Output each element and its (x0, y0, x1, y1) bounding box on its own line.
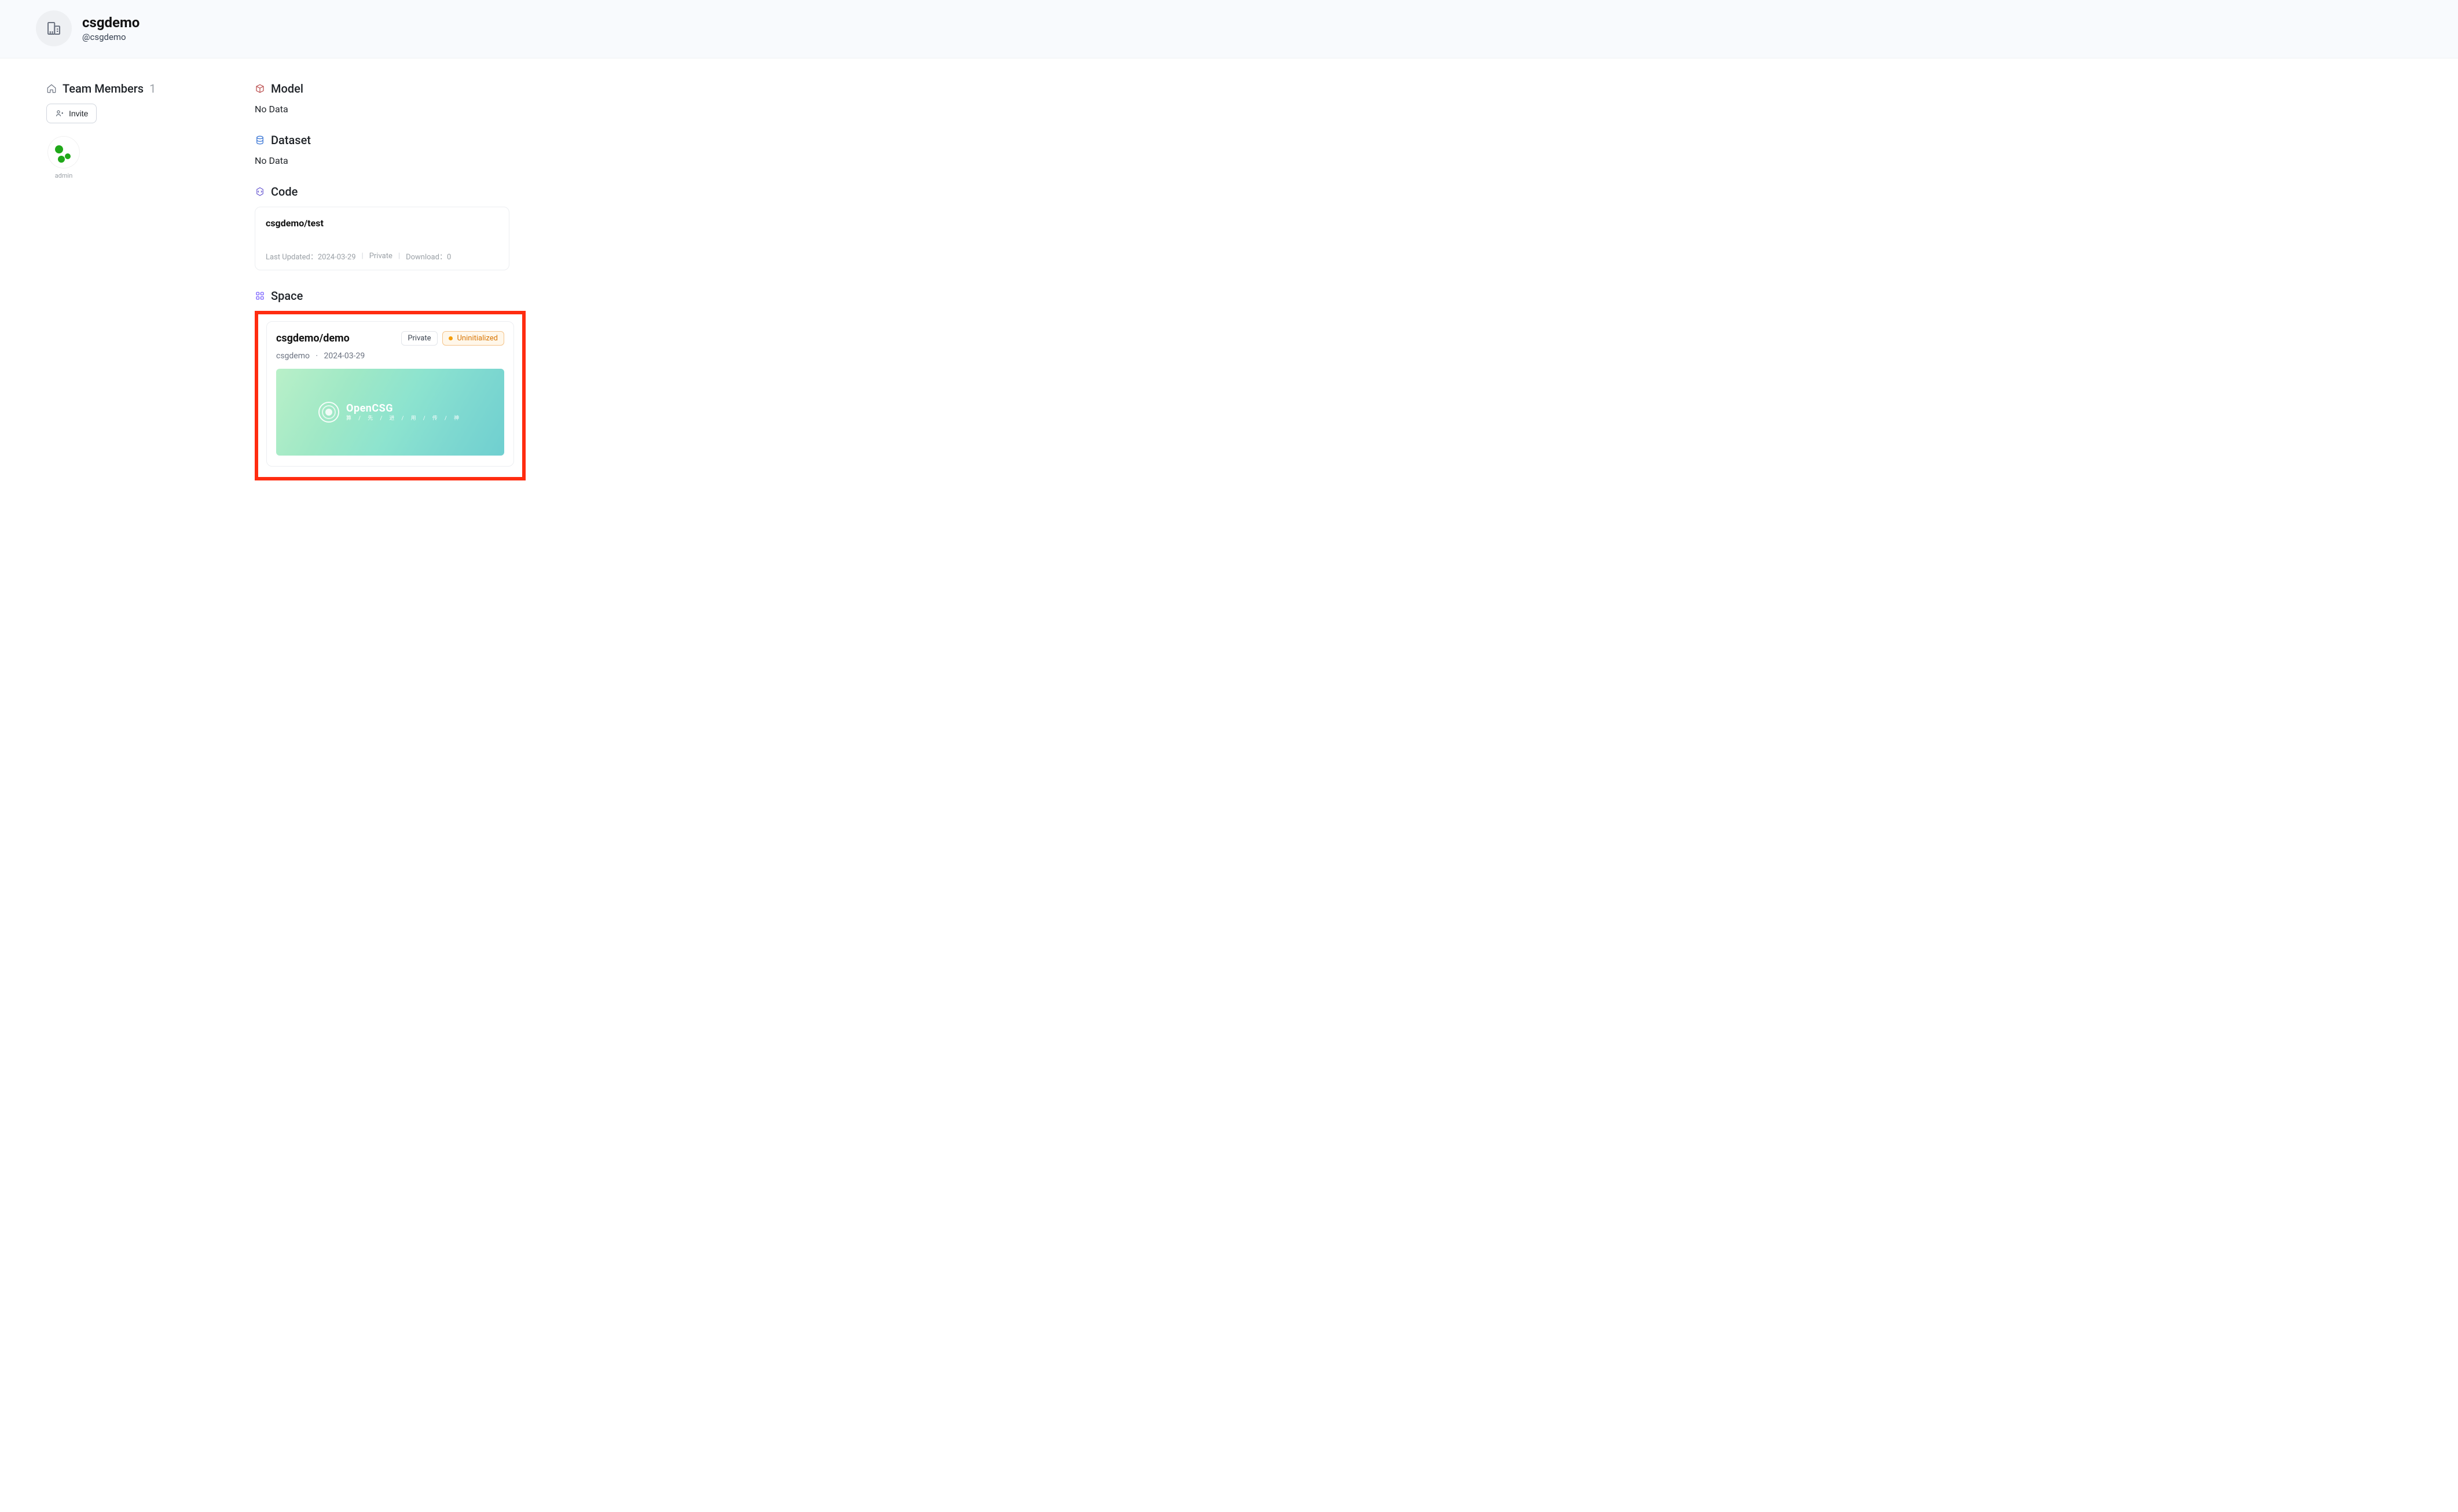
space-card-subtitle: csgdemo · 2024-03-29 (276, 351, 504, 361)
code-updated-date: 2024-03-29 (318, 253, 356, 262)
status-dot-icon (449, 336, 453, 340)
space-card[interactable]: csgdemo/demo Private Uninitialized csgde… (266, 321, 514, 467)
invite-button[interactable]: Invite (46, 104, 97, 123)
code-hex-icon (255, 186, 265, 197)
banner-brand: OpenCSG (346, 402, 462, 415)
space-visibility-badge: Private (401, 331, 437, 346)
member-name: admin (55, 172, 73, 179)
team-heading: Team Members 1 (46, 82, 220, 96)
code-visibility: Private (369, 252, 392, 260)
main-content: Model No Data Dataset No Data (255, 82, 776, 499)
code-card[interactable]: csgdemo/test Last Updated：2024-03-29 | P… (255, 207, 509, 270)
model-label: Model (271, 82, 303, 96)
space-owner: csgdemo (276, 351, 310, 361)
cube-icon (255, 83, 265, 94)
org-name: csgdemo (82, 14, 140, 31)
database-icon (255, 135, 265, 145)
sidebar: Team Members 1 Invite admin (46, 82, 220, 499)
opencsg-logo-icon (318, 402, 339, 423)
space-label: Space (271, 289, 303, 303)
space-highlight-frame: csgdemo/demo Private Uninitialized csgde… (255, 311, 526, 480)
team-count: 1 (149, 82, 156, 96)
section-model: Model No Data (255, 82, 776, 115)
team-heading-label: Team Members (63, 82, 144, 96)
code-download-count: 0 (447, 253, 451, 262)
code-updated-label: Last Updated： (266, 253, 318, 262)
code-card-title: csgdemo/test (266, 218, 498, 229)
building-icon (45, 20, 63, 37)
space-status-text: Uninitialized (457, 334, 498, 343)
user-plus-icon (55, 109, 64, 118)
section-dataset: Dataset No Data (255, 133, 776, 166)
org-header: csgdemo @csgdemo (0, 0, 2458, 58)
code-card-meta: Last Updated：2024-03-29 | Private | Down… (266, 251, 498, 262)
invite-label: Invite (69, 109, 88, 118)
code-download-label: Download： (406, 253, 447, 262)
space-sep: · (315, 351, 318, 361)
section-code: Code csgdemo/test Last Updated：2024-03-2… (255, 185, 776, 270)
model-empty: No Data (255, 104, 776, 115)
space-status-badge: Uninitialized (442, 331, 505, 346)
space-card-title: csgdemo/demo (276, 332, 350, 344)
section-space: Space csgdemo/demo Private Uninitialized (255, 289, 776, 480)
home-icon (46, 83, 57, 94)
org-avatar (36, 10, 72, 46)
banner-tagline: 算 / 先 / 进 / 用 / 传 / 神 (346, 416, 462, 422)
code-label: Code (271, 185, 298, 199)
dataset-empty: No Data (255, 155, 776, 166)
member-item[interactable]: admin (46, 136, 81, 179)
space-date: 2024-03-29 (324, 351, 365, 361)
dataset-label: Dataset (271, 133, 311, 147)
member-avatar (47, 136, 80, 168)
space-banner: OpenCSG 算 / 先 / 进 / 用 / 传 / 神 (276, 369, 504, 456)
org-handle: @csgdemo (82, 32, 140, 42)
grid-icon (255, 291, 265, 301)
